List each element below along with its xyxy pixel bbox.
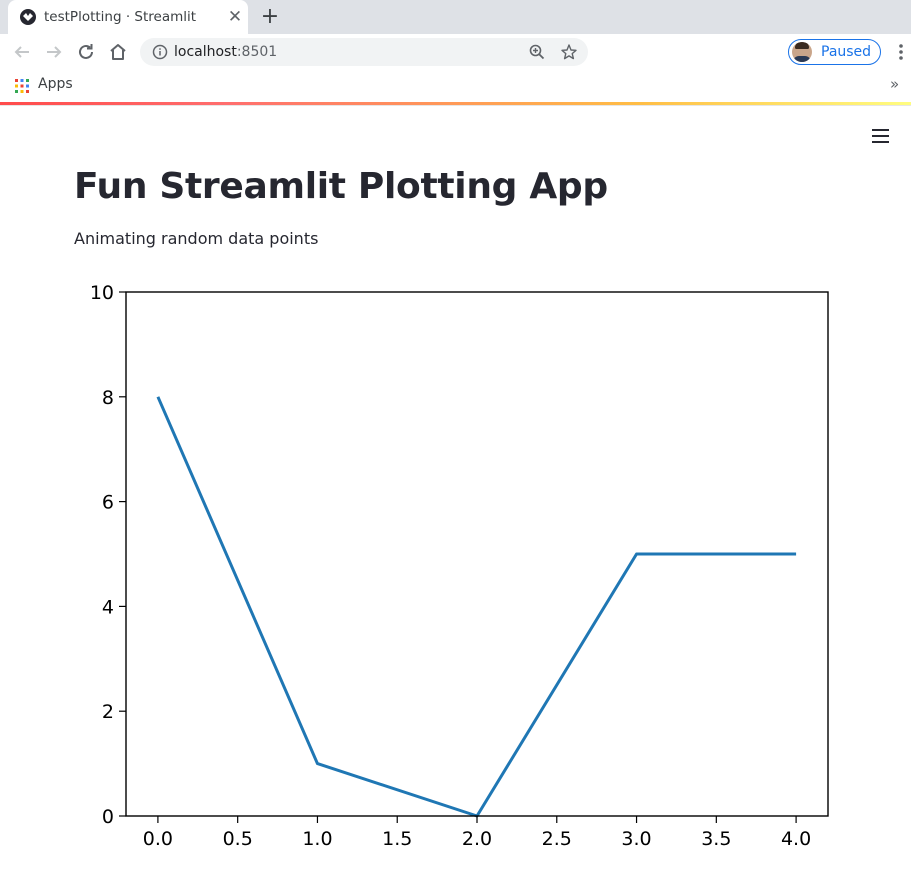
back-arrow-icon[interactable] — [10, 40, 34, 64]
new-tab-button[interactable]: + — [258, 5, 282, 29]
browser-toolbar: localhost:8501 Paused — [0, 34, 911, 70]
x-tick-label: 4.0 — [781, 828, 811, 850]
site-info-icon[interactable] — [152, 44, 168, 60]
y-tick-label: 4 — [102, 596, 114, 618]
hamburger-menu-icon[interactable] — [872, 128, 890, 144]
more-bookmarks-icon[interactable]: » — [890, 75, 899, 93]
y-tick-label: 6 — [102, 492, 114, 514]
x-tick-label: 0.5 — [223, 828, 253, 850]
browser-tab[interactable]: testPlotting · Streamlit ✕ — [8, 0, 248, 34]
streamlit-favicon-icon — [20, 9, 36, 25]
bookmark-star-icon[interactable] — [560, 43, 578, 61]
forward-arrow-icon[interactable] — [42, 40, 66, 64]
y-tick-label: 2 — [102, 701, 114, 723]
page-title: Fun Streamlit Plotting App — [74, 166, 608, 207]
address-port: :8501 — [236, 44, 278, 60]
bookmarks-bar: Apps » — [0, 70, 911, 102]
y-tick-label: 10 — [90, 282, 114, 304]
x-tick-label: 3.0 — [621, 828, 651, 850]
profile-status-label: Paused — [821, 44, 872, 60]
x-tick-label: 0.0 — [143, 828, 173, 850]
line-chart: 0.0 0.5 1.0 1.5 2.0 2.5 3.0 3.5 4.0 0 2 4 6 8 10 — [90, 282, 829, 850]
x-tick-label: 1.0 — [302, 828, 332, 850]
tab-title: testPlotting · Streamlit — [44, 9, 197, 25]
browser-menu-icon[interactable] — [893, 42, 909, 62]
address-host: localhost — [174, 44, 237, 60]
x-tick-label: 1.5 — [382, 828, 412, 850]
apps-grid-icon[interactable] — [15, 78, 29, 93]
y-tick-label: 8 — [102, 387, 114, 409]
y-tick-label: 0 — [102, 806, 114, 828]
reload-icon[interactable] — [74, 40, 98, 64]
avatar — [792, 42, 812, 62]
chart-series-line-0 — [156, 396, 797, 818]
x-tick-label: 2.5 — [542, 828, 572, 850]
address-bar[interactable]: localhost:8501 — [140, 38, 588, 66]
apps-bookmark-link[interactable]: Apps — [38, 76, 73, 92]
address-url: localhost:8501 — [174, 44, 277, 60]
page-subtitle: Animating random data points — [74, 229, 319, 248]
tab-close-icon[interactable]: ✕ — [226, 8, 244, 26]
home-icon[interactable] — [106, 40, 130, 64]
profile-button[interactable]: Paused — [788, 39, 881, 65]
x-tick-label: 3.5 — [701, 828, 731, 850]
divider — [0, 105, 911, 106]
x-tick-label: 2.0 — [462, 828, 492, 850]
browser-tab-strip: testPlotting · Streamlit ✕ + — [0, 0, 911, 34]
zoom-icon[interactable] — [528, 43, 546, 61]
